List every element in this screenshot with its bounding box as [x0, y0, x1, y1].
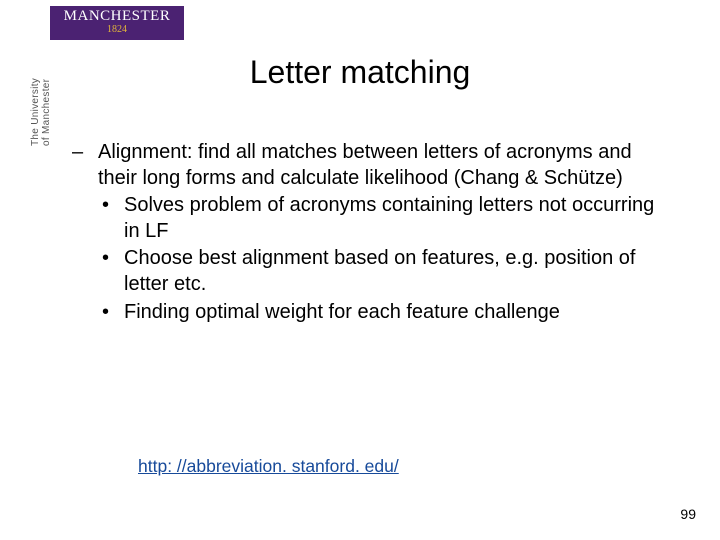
- bullet-item: • Solves problem of acronyms containing …: [72, 193, 672, 244]
- logo-badge: MANCHESTER 1824: [50, 6, 184, 40]
- logo-name: MANCHESTER: [50, 8, 184, 25]
- bullet-item: • Finding optimal weight for each featur…: [72, 300, 672, 326]
- bullet-text: Solves problem of acronyms containing le…: [124, 193, 672, 244]
- bullet-mark: •: [102, 246, 124, 297]
- bullet-text: Finding optimal weight for each feature …: [124, 300, 672, 326]
- dash-mark: –: [72, 140, 98, 191]
- dash-list-item: – Alignment: find all matches between le…: [72, 140, 672, 191]
- bullet-mark: •: [102, 193, 124, 244]
- university-logo: MANCHESTER 1824 The University of Manche…: [6, 6, 184, 40]
- page-number: 99: [680, 506, 696, 522]
- reference-link[interactable]: http: //abbreviation. stanford. edu/: [138, 456, 399, 477]
- sub-bullet-list: • Solves problem of acronyms containing …: [72, 193, 672, 325]
- logo-year: 1824: [50, 24, 184, 35]
- slide-title: Letter matching: [0, 54, 720, 91]
- slide: MANCHESTER 1824 The University of Manche…: [0, 0, 720, 540]
- bullet-item: • Choose best alignment based on feature…: [72, 246, 672, 297]
- slide-body: – Alignment: find all matches between le…: [72, 140, 672, 325]
- bullet-text: Choose best alignment based on features,…: [124, 246, 672, 297]
- bullet-mark: •: [102, 300, 124, 326]
- dash-text: Alignment: find all matches between lett…: [98, 140, 672, 191]
